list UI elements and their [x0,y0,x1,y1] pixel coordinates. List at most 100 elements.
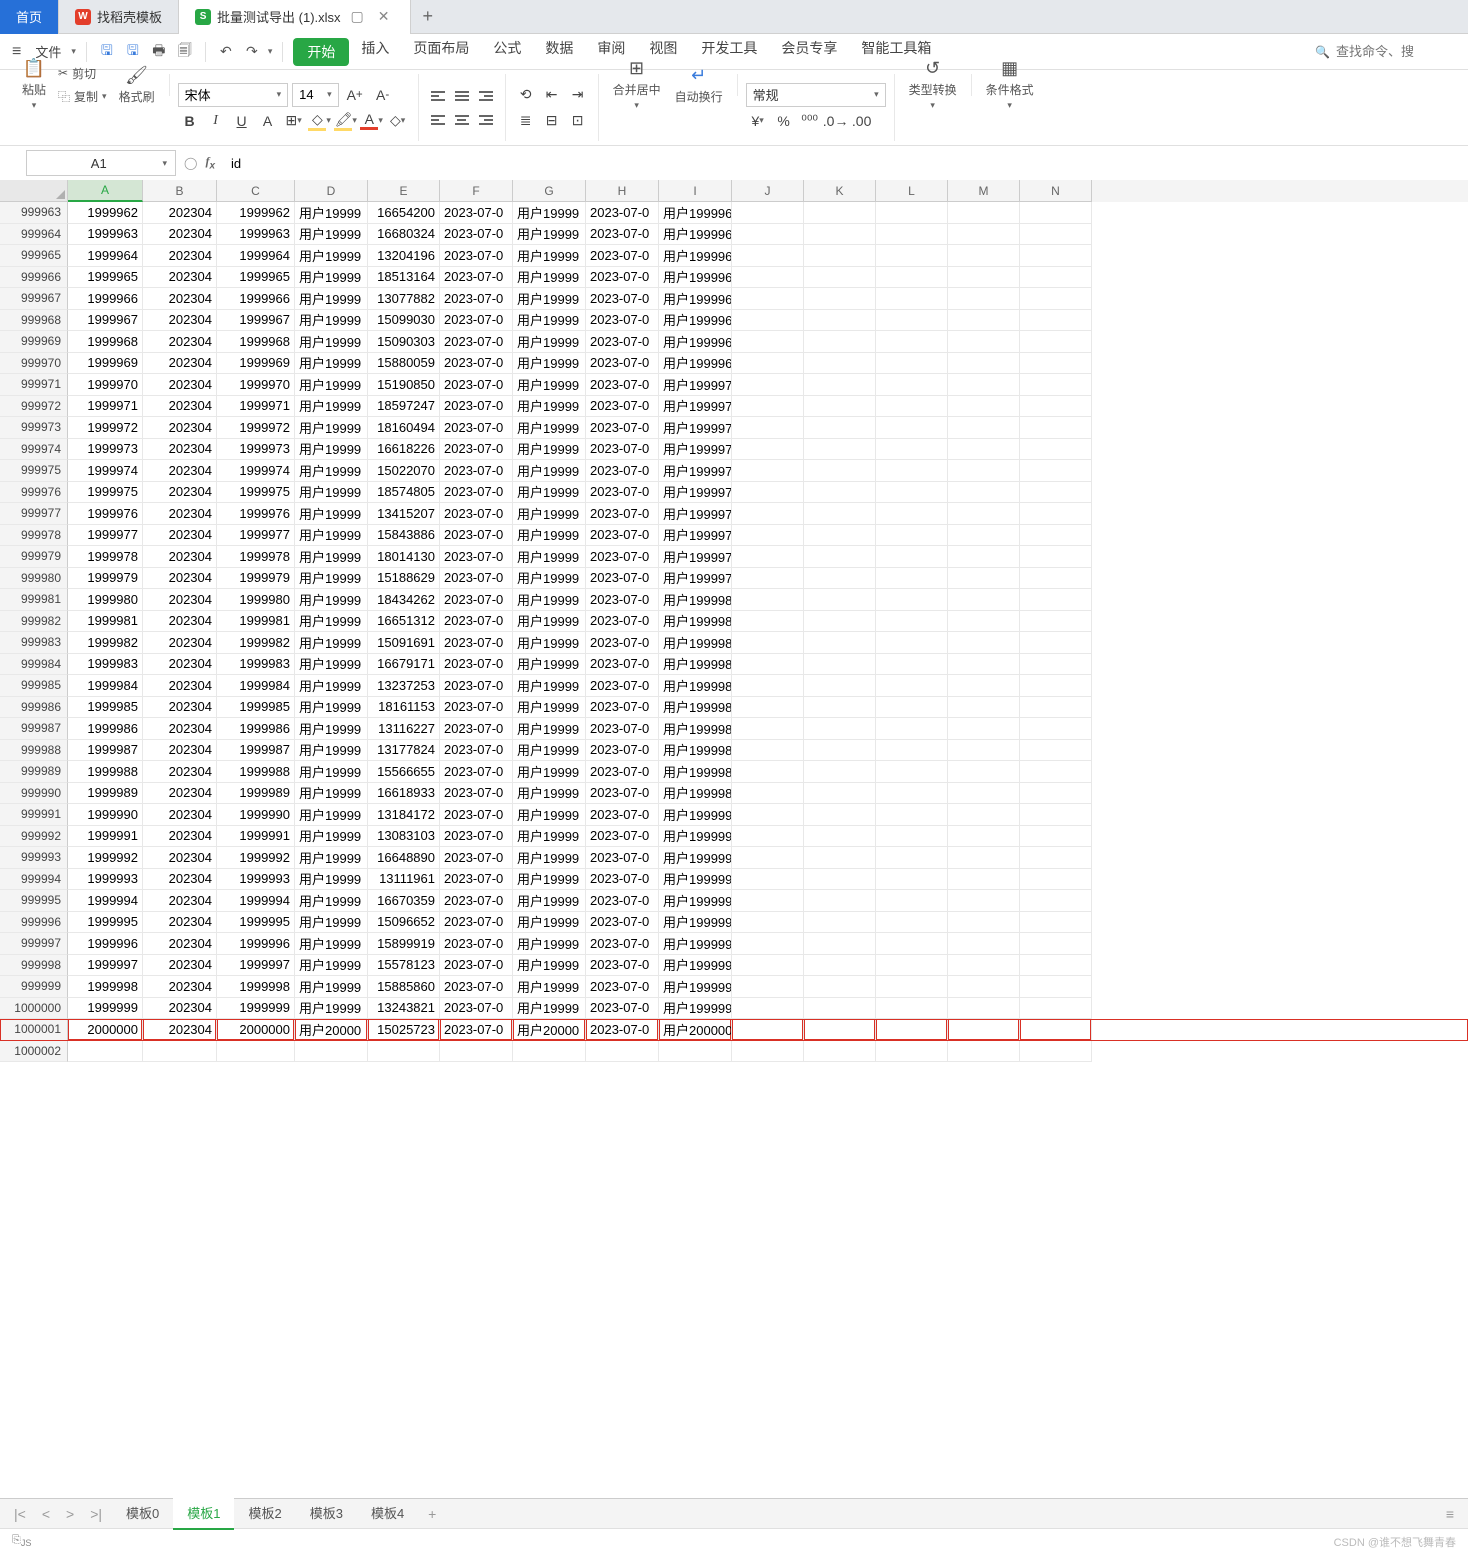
cell[interactable]: 用户19999 [513,417,586,439]
cell[interactable] [804,804,876,826]
cell[interactable]: 202304 [143,740,217,762]
cell[interactable]: 用户1999997 [659,955,732,977]
cell[interactable]: 2023-07-0 [586,310,659,332]
cell[interactable] [732,568,804,590]
cell[interactable]: 202304 [143,890,217,912]
cell[interactable] [732,718,804,740]
cell[interactable] [732,654,804,676]
formula-input[interactable] [223,156,1460,171]
cell[interactable]: 用户19999 [513,546,586,568]
increase-decimal-button[interactable]: .0→ [824,109,848,133]
cell[interactable]: 用户19999 [295,890,368,912]
cell[interactable]: 用户1999987 [659,740,732,762]
cell[interactable] [1020,374,1092,396]
cell[interactable] [732,697,804,719]
cell[interactable]: 用户1999984 [659,675,732,697]
distribute-button[interactable]: ⊟ [540,109,564,133]
cell[interactable] [1020,675,1092,697]
cell[interactable] [1020,761,1092,783]
cell[interactable] [659,1041,732,1063]
bold-button[interactable]: B [178,109,202,133]
cell[interactable] [876,718,948,740]
cell[interactable]: 16618933 [368,783,440,805]
cell[interactable]: 2023-07-0 [440,955,513,977]
cell[interactable] [876,976,948,998]
cell[interactable] [732,503,804,525]
cell[interactable] [876,396,948,418]
cell[interactable]: 1999980 [68,589,143,611]
cell[interactable]: 2023-07-0 [440,288,513,310]
cell[interactable]: 15843886 [368,525,440,547]
row-header[interactable]: 999994 [0,869,68,891]
cell[interactable]: 2023-07-0 [440,503,513,525]
cell[interactable] [948,890,1020,912]
cell[interactable]: 202304 [143,804,217,826]
col-header-J[interactable]: J [732,180,804,202]
name-box[interactable]: A1▾ [26,150,176,176]
cell[interactable]: 2023-07-0 [586,482,659,504]
cell[interactable]: 13204196 [368,245,440,267]
cell[interactable] [876,589,948,611]
cell[interactable] [68,1041,143,1063]
cell[interactable]: 2023-07-0 [440,589,513,611]
cell[interactable]: 用户19999 [513,374,586,396]
cell[interactable] [876,331,948,353]
cell[interactable]: 13237253 [368,675,440,697]
cell[interactable]: 2023-07-0 [586,331,659,353]
cell[interactable]: 202304 [143,353,217,375]
cell[interactable] [804,976,876,998]
row-header[interactable]: 999989 [0,761,68,783]
row-header[interactable]: 999981 [0,589,68,611]
cell[interactable] [1020,503,1092,525]
cell[interactable] [876,955,948,977]
cell[interactable]: 202304 [143,460,217,482]
cell[interactable] [732,804,804,826]
cell[interactable]: 2000000 [68,1019,143,1041]
cell[interactable]: 16680324 [368,224,440,246]
font-size-select[interactable]: ▾ [292,83,339,107]
cell[interactable]: 2023-07-0 [440,804,513,826]
cell[interactable] [948,826,1020,848]
cell[interactable]: 用户19999 [295,525,368,547]
row-header[interactable]: 999988 [0,740,68,762]
sheet-tab-模板0[interactable]: 模板0 [112,1497,173,1530]
cell[interactable] [948,353,1020,375]
row-header[interactable]: 999996 [0,912,68,934]
cell[interactable]: 2023-07-0 [440,245,513,267]
cell[interactable] [948,740,1020,762]
menu-开始[interactable]: 开始 [293,38,349,66]
cell[interactable]: 1999992 [68,847,143,869]
cell[interactable] [876,439,948,461]
print-icon[interactable]: 🖶 [149,42,169,62]
cell[interactable]: 1999976 [217,503,295,525]
row-header[interactable]: 999999 [0,976,68,998]
cell[interactable]: 用户19999 [295,933,368,955]
save-as-icon[interactable]: 🖫 [123,42,143,62]
row-header[interactable]: 1000002 [0,1041,68,1063]
cell[interactable] [732,933,804,955]
cell[interactable]: 13415207 [368,503,440,525]
cell[interactable]: 用户1999988 [659,761,732,783]
cell[interactable] [876,632,948,654]
cell[interactable]: 202304 [143,611,217,633]
cell[interactable]: 2023-07-0 [440,224,513,246]
cell[interactable]: 1999995 [68,912,143,934]
cell[interactable]: 用户19999 [295,482,368,504]
cell[interactable] [732,890,804,912]
cell[interactable] [804,245,876,267]
cell[interactable]: 用户19999 [513,632,586,654]
cell[interactable]: 1999986 [217,718,295,740]
cell[interactable] [804,267,876,289]
cell[interactable] [876,374,948,396]
cell[interactable]: 2023-07-0 [440,976,513,998]
cell[interactable] [732,912,804,934]
cell[interactable]: 1999988 [217,761,295,783]
cell[interactable] [948,503,1020,525]
cell[interactable]: 2023-07-0 [586,460,659,482]
cell[interactable] [1020,976,1092,998]
cell[interactable]: 1999974 [217,460,295,482]
align-left-button[interactable] [427,109,449,131]
cell[interactable]: 用户20000 [295,1019,368,1041]
cell[interactable]: 2023-07-0 [586,761,659,783]
cell[interactable] [804,331,876,353]
